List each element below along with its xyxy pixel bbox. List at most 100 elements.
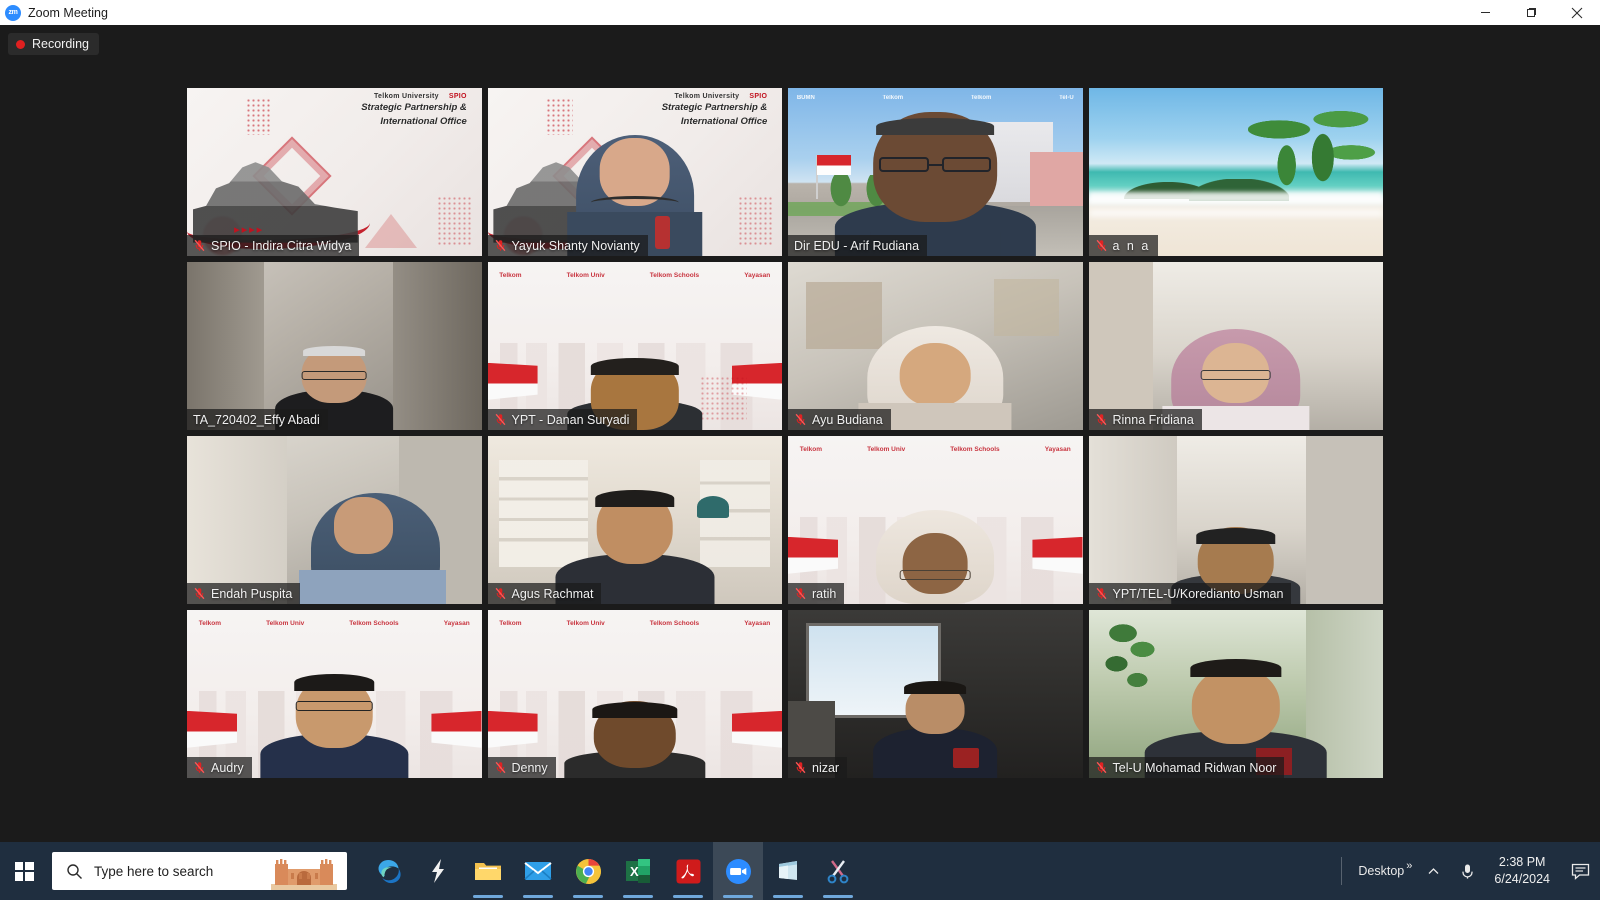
virtual-background-telkom: Telkom Telkom Univ Telkom Schools Yayasa… <box>187 610 482 778</box>
minimize-button[interactable] <box>1462 0 1508 25</box>
participant-tile[interactable]: TA_720402_Effy Abadi <box>187 262 482 430</box>
folder-icon <box>475 863 501 880</box>
participant-tile[interactable]: Rinna Fridiana <box>1088 262 1383 430</box>
zoom-icon <box>725 858 751 884</box>
taskbar-app-shortcut[interactable] <box>413 842 463 900</box>
muted-microphone-icon <box>495 413 505 426</box>
palm-tree <box>1247 91 1378 220</box>
running-indicator <box>773 895 803 898</box>
muted-microphone-icon <box>1096 587 1106 600</box>
taskbar-search-box[interactable]: Type here to search <box>52 852 347 890</box>
taskbar-app-zoom[interactable] <box>713 842 763 900</box>
participant-tile[interactable]: Telkom Telkom Univ Telkom Schools Yayasa… <box>187 610 482 778</box>
participant-name: TA_720402_Effy Abadi <box>193 412 320 427</box>
participant-name: Tel-U Mohamad Ridwan Noor <box>1112 760 1277 775</box>
participant-tile[interactable]: Endah Puspita <box>187 436 482 604</box>
participant-name: YPT - Danan Suryadi <box>511 412 630 427</box>
participant-tile[interactable]: nizar <box>788 610 1083 778</box>
participant-tile[interactable]: Tel-U Mohamad Ridwan Noor <box>1088 610 1383 778</box>
bookshelf <box>499 459 588 568</box>
participant-namebar: YPT/TEL-U/Koredianto Usman <box>1088 583 1292 604</box>
acrobat-icon <box>676 859 700 883</box>
participant-tile[interactable]: Telkom Telkom Univ Telkom Schools Yayasa… <box>788 436 1083 604</box>
participant-tile[interactable]: a n a <box>1088 88 1383 256</box>
participant-tile[interactable]: Telkom University SPIO Strategic Partner… <box>187 88 482 256</box>
muted-microphone-icon <box>795 761 806 774</box>
taskbar-clock[interactable]: 2:38 PM 6/24/2024 <box>1484 842 1560 900</box>
taskbar-app-store[interactable] <box>763 842 813 900</box>
taskbar-app-snipping-tool[interactable] <box>813 842 863 900</box>
telkom-university-logo: Telkom Univ <box>266 620 305 628</box>
participant-grid: Telkom University SPIO Strategic Partner… <box>187 88 1383 778</box>
running-indicator <box>823 895 853 898</box>
running-indicator <box>573 895 603 898</box>
participant-namebar: Rinna Fridiana <box>1088 409 1202 430</box>
participant-name: Denny <box>511 760 548 775</box>
telkom-logo: Telkom <box>799 446 823 454</box>
taskbar-app-file-explorer[interactable] <box>463 842 513 900</box>
participant-tile[interactable]: Ayu Budiana <box>788 262 1083 430</box>
participant-tile[interactable]: Telkom Telkom Univ Telkom Schools Yayasa… <box>487 262 782 430</box>
yayasan-telkom-logo: Yayasan <box>1044 446 1071 454</box>
running-indicator <box>623 895 653 898</box>
running-indicator <box>673 895 703 898</box>
start-button[interactable] <box>0 842 48 900</box>
muted-microphone-icon <box>1096 413 1106 426</box>
telkom-university-logo: Telkom Univ <box>566 272 605 280</box>
spio-logo: SPIO <box>448 93 467 101</box>
participant-namebar: Audry <box>187 757 252 778</box>
window-controls <box>1462 0 1600 25</box>
participant-tile[interactable]: Agus Rachmat <box>487 436 782 604</box>
taskbar-app-edge[interactable] <box>363 842 413 900</box>
taskbar-app-mail[interactable] <box>513 842 563 900</box>
decor-triangle <box>364 213 417 248</box>
search-placeholder: Type here to search <box>94 863 214 879</box>
telkom-university-logo: Telkom Univ <box>566 620 605 628</box>
video-background-office <box>487 436 782 604</box>
video-background-room <box>187 262 482 430</box>
recording-dot-icon <box>16 39 25 49</box>
microphone-tray-button[interactable] <box>1450 842 1484 900</box>
decor-dots <box>245 98 273 136</box>
taskbar-app-acrobat[interactable] <box>663 842 713 900</box>
participant-namebar: ratih <box>788 583 845 604</box>
close-button[interactable] <box>1554 0 1600 25</box>
participant-namebar: nizar <box>788 757 848 778</box>
participant-name: ratih <box>812 586 837 601</box>
meeting-view: Recording Telkom University SPIO Strateg… <box>0 25 1600 842</box>
indonesian-flag-left <box>487 362 538 400</box>
campus-logos: BUMN Telkom Telkom Tel-U <box>797 95 1074 101</box>
action-center-button[interactable] <box>1560 842 1600 900</box>
telu-logo: Tel-U <box>1059 94 1074 101</box>
indonesian-flag-left <box>487 710 538 748</box>
virtual-background-spio: Telkom University SPIO Strategic Partner… <box>487 88 782 256</box>
participant-tile[interactable]: Telkom Telkom Univ Telkom Schools Yayasa… <box>487 610 782 778</box>
participant-name: Rinna Fridiana <box>1112 412 1194 427</box>
show-hidden-icons-button[interactable] <box>1416 842 1450 900</box>
clock-time: 2:38 PM <box>1498 855 1546 870</box>
desktop-label: Desktop <box>1358 864 1405 878</box>
telkom-logos: Telkom Telkom Univ Telkom Schools Yayasa… <box>199 620 470 627</box>
participant-tile[interactable]: YPT/TEL-U/Koredianto Usman <box>1088 436 1383 604</box>
desktop-label-button[interactable]: Desktop » <box>1342 842 1416 900</box>
participant-tile[interactable]: Telkom University SPIO Strategic Partner… <box>487 88 782 256</box>
indonesian-flag-left <box>788 536 839 574</box>
chevron-up-icon <box>1428 867 1439 874</box>
decor-dots <box>699 376 747 420</box>
recording-indicator[interactable]: Recording <box>8 33 99 55</box>
spio-heading: Strategic Partnership & International Off… <box>361 102 467 128</box>
taskbar-app-excel[interactable]: X <box>613 842 663 900</box>
participant-tile-active-speaker[interactable]: BUMN Telkom Telkom Tel-U Dir EDU - Arif … <box>788 88 1083 256</box>
telkom-schools-logo: Telkom Schools <box>950 446 1000 454</box>
chrome-icon <box>575 858 601 884</box>
taskbar-app-chrome[interactable] <box>563 842 613 900</box>
virtual-background-telkom: Telkom Telkom Univ Telkom Schools Yayasa… <box>487 610 782 778</box>
telkom-university-logo: Telkom University <box>373 93 439 101</box>
telkom-logos: Telkom Telkom Univ Telkom Schools Yayasa… <box>499 620 770 627</box>
telkom-logo: Telkom <box>970 94 992 101</box>
participant-name: Endah Puspita <box>211 586 293 601</box>
indonesian-flag <box>817 155 852 176</box>
decor-dots-2 <box>437 195 473 246</box>
muted-microphone-icon <box>495 761 505 774</box>
maximize-button[interactable] <box>1508 0 1554 25</box>
